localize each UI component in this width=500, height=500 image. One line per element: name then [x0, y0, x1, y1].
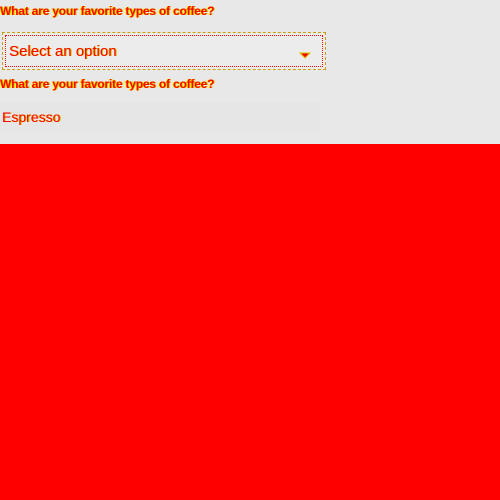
form-panel: What are your favorite types of coffee? …	[0, 0, 500, 144]
select-selected-value: Select an option	[9, 43, 117, 60]
question-label-2: What are your favorite types of coffee?	[0, 77, 215, 91]
coffee-type-select[interactable]: Select an option	[2, 32, 326, 70]
chevron-down-icon	[298, 47, 312, 59]
question-label-1: What are your favorite types of coffee?	[0, 4, 215, 18]
coffee-type-text-input[interactable]	[0, 102, 320, 132]
